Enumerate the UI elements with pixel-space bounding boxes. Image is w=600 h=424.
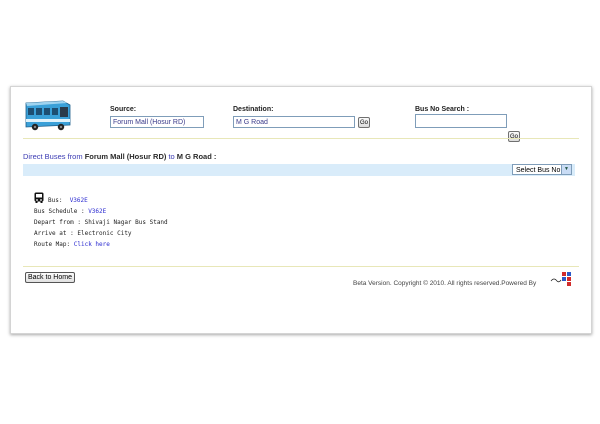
select-value: Select Bus No [516,167,561,174]
bus-image [25,100,71,131]
results-bar: Select Bus No ▼ [23,164,575,176]
arrive-value: Electronic City [77,230,132,237]
direct-buses-heading: Direct Buses from Forum Mall (Hosur RD) … [23,152,217,161]
divider [23,138,579,139]
copyright-text: Beta Version. Copyright © 2010. All righ… [353,280,537,287]
arrive-row: Arrive at : Electronic City [34,230,132,237]
route-go-button[interactable]: Go [358,117,370,128]
depart-row: Depart from : Shivaji Nagar Bus Stand [34,219,168,226]
bus-number-link[interactable]: V362E [70,197,88,204]
powered-by-logo[interactable] [550,272,572,286]
divider-bottom [23,266,579,267]
route-map-link[interactable]: Click here [74,241,110,248]
source-label: Source: [110,106,137,113]
main-panel: Source: Forum Mall (Hosur RD) Destinatio… [10,86,592,334]
destination-label: Destination: [233,106,274,113]
back-to-home-button[interactable]: Back to Home [25,272,75,283]
heading-source: Forum Mall (Hosur RD) [84,152,167,161]
busno-label: Bus No Search : [415,106,470,113]
busno-go-button[interactable]: Go [508,131,520,142]
schedule-link[interactable]: V362E [88,208,106,215]
dropdown-arrow-icon: ▼ [561,165,571,174]
source-input[interactable]: Forum Mall (Hosur RD) [110,116,204,128]
destination-input[interactable]: M G Road [233,116,355,128]
schedule-row: Bus Schedule : V362E [34,208,107,215]
busno-input[interactable] [415,114,507,128]
bus-number-select[interactable]: Select Bus No ▼ [512,164,572,175]
depart-value: Shivaji Nagar Bus Stand [84,219,168,226]
bus-number-row: Bus: V362E [48,197,88,204]
route-map-row: Route Map: Click here [34,241,110,248]
bus-icon [34,192,44,203]
heading-destination: M G Road : [176,152,217,161]
